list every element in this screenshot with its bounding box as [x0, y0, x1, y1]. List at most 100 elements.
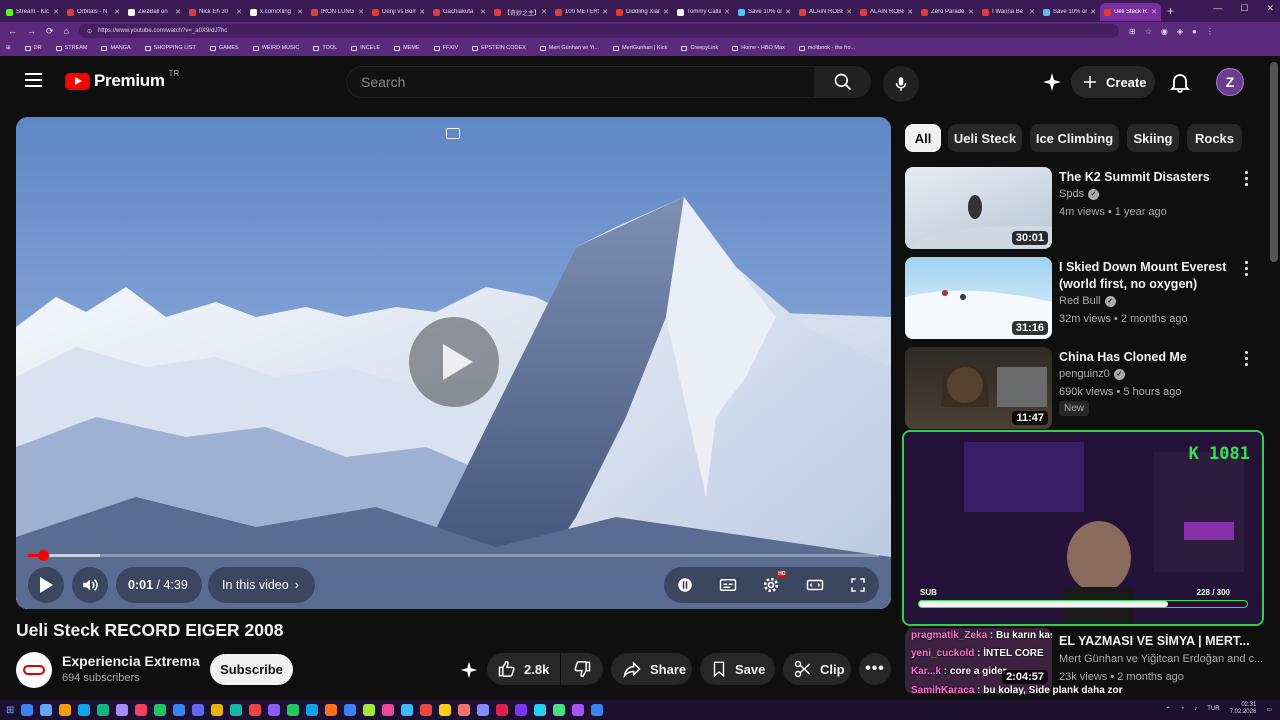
recommended-title[interactable]: China Has Cloned Me — [1059, 349, 1231, 366]
create-button[interactable]: Create — [1071, 66, 1155, 98]
forward-icon[interactable]: → — [27, 26, 36, 36]
volume-button[interactable] — [72, 567, 108, 603]
more-vert-icon[interactable] — [1245, 351, 1249, 366]
ask-ai-icon[interactable] — [458, 659, 480, 681]
taskbar-app-icon[interactable] — [135, 704, 148, 716]
bookmark-item[interactable]: DR — [24, 45, 42, 51]
taskbar-app-icon[interactable] — [572, 704, 585, 716]
close-window-icon[interactable]: ✕ — [1266, 3, 1274, 14]
taskbar-app-icon[interactable] — [230, 704, 243, 716]
tab-close-icon[interactable]: ✕ — [968, 8, 974, 16]
tab-close-icon[interactable]: ✕ — [602, 8, 608, 16]
browser-tab[interactable]: IRON LUNG ✕ — [307, 3, 368, 21]
browser-tab[interactable]: Stream - Kic ✕ — [2, 3, 63, 21]
voice-search-button[interactable] — [883, 66, 919, 102]
like-button[interactable]: 2.8k — [487, 653, 560, 685]
bookmark-item[interactable]: EPSTEIN CODEX — [472, 45, 526, 51]
taskbar-app-icon[interactable] — [363, 704, 376, 716]
bookmark-item[interactable]: FFXIV — [433, 45, 458, 51]
profile-icon[interactable]: ● — [1192, 27, 1197, 36]
recommended-video[interactable]: 30:01 The K2 Summit Disasters Spds ✓ 4m v… — [905, 167, 1265, 249]
browser-tab[interactable]: Save 10% on ✕ — [734, 3, 795, 21]
browser-tab[interactable]: Save 10% on ✕ — [1039, 3, 1100, 21]
browser-tab[interactable]: ALAIN ROBER✕ — [795, 3, 856, 21]
browser-tab[interactable]: 100 METERS ✕ — [551, 3, 612, 21]
taskbar-app-icon[interactable] — [325, 704, 338, 716]
tab-close-icon[interactable]: ✕ — [907, 8, 913, 16]
site-info-icon[interactable]: ⊙ — [87, 28, 92, 35]
bookmark-item[interactable]: MANGA — [101, 45, 131, 51]
clip-button[interactable]: Clip — [783, 653, 851, 685]
bookmark-item[interactable]: SHOPPING LIST — [144, 45, 196, 51]
taskbar-app-icon[interactable] — [401, 704, 414, 716]
apps-icon[interactable]: ⊞ — [6, 45, 11, 51]
chip-ueli-steck[interactable]: Ueli Steck — [948, 124, 1022, 152]
taskbar-app-icon[interactable] — [496, 704, 509, 716]
tab-close-icon[interactable]: ✕ — [1029, 8, 1035, 16]
chip-ice-climbing[interactable]: Ice Climbing — [1030, 124, 1119, 152]
video-player[interactable]: 0:01 / 4:39 In this video › HD — [16, 117, 891, 609]
new-tab-icon[interactable]: + — [1161, 4, 1180, 18]
scrubber-handle[interactable] — [37, 550, 49, 561]
recommended-channel[interactable]: Mert Günhan ve Yiğitcan Erdoğan and c... — [1059, 653, 1263, 665]
extension-icon[interactable]: ◈ — [1177, 27, 1183, 36]
tab-close-icon[interactable]: ✕ — [175, 8, 181, 16]
taskbar-app-icon[interactable] — [515, 704, 528, 716]
bookmark-item[interactable]: MertGunhan | Kick — [612, 45, 667, 51]
fullscreen-icon[interactable] — [849, 576, 867, 594]
subscribe-button[interactable]: Subscribe — [210, 654, 293, 685]
bookmark-item[interactable]: Mert Günhan ve Yi... — [539, 45, 599, 51]
notifications-bell-icon[interactable] — [1168, 70, 1192, 94]
youtube-logo[interactable]: Premium TR — [65, 69, 179, 91]
bookmark-item[interactable]: STREAM — [55, 45, 87, 51]
bookmark-star-icon[interactable]: ☆ — [1145, 27, 1152, 36]
tab-close-icon[interactable]: ✕ — [114, 8, 120, 16]
taskbar-app-icon[interactable] — [553, 704, 566, 716]
theater-mode-icon[interactable] — [805, 576, 825, 594]
tab-close-icon[interactable]: ✕ — [236, 8, 242, 16]
back-icon[interactable]: ← — [8, 26, 17, 36]
reload-icon[interactable]: ⟳ — [46, 26, 54, 37]
browser-tab[interactable]: Tommy Calla ✕ — [673, 3, 734, 21]
taskbar-app-icon[interactable] — [306, 704, 319, 716]
network-icon[interactable]: ◔ — [1181, 706, 1185, 712]
extension-icon[interactable]: ⊞ — [1129, 27, 1136, 36]
menu-dots-icon[interactable]: ⋮ — [1206, 27, 1214, 36]
tab-close-icon[interactable]: ✕ — [785, 8, 791, 16]
taskbar-app-icon[interactable] — [59, 704, 72, 716]
tab-close-icon[interactable]: ✕ — [358, 8, 364, 16]
taskbar-app-icon[interactable] — [534, 704, 547, 716]
search-button[interactable] — [815, 66, 871, 98]
taskbar-app-icon[interactable] — [21, 704, 34, 716]
tab-close-icon[interactable]: ✕ — [480, 8, 486, 16]
extension-icon[interactable]: ◉ — [1161, 27, 1168, 36]
dislike-button[interactable] — [561, 653, 603, 685]
taskbar-app-icon[interactable] — [458, 704, 471, 716]
bookmark-item[interactable]: moltbook - the fro... — [798, 45, 855, 51]
play-button[interactable] — [28, 567, 64, 603]
bookmark-item[interactable]: MEME — [394, 45, 420, 51]
browser-tab[interactable]: ALAIN ROBER✕ — [856, 3, 917, 21]
maximize-icon[interactable]: ☐ — [1240, 3, 1248, 14]
browser-tab[interactable]: Zero Parade ✕ — [917, 3, 978, 21]
account-avatar[interactable]: Z — [1216, 68, 1244, 96]
taskbar-app-icon[interactable] — [268, 704, 281, 716]
start-menu-icon[interactable]: ⊞ — [6, 705, 14, 716]
bookmark-item[interactable]: GAMES — [209, 45, 239, 51]
taskbar-app-icon[interactable] — [382, 704, 395, 716]
browser-tab[interactable]: I Wanna Be ✕ — [978, 3, 1039, 21]
recommended-title[interactable]: The K2 Summit Disasters — [1059, 169, 1231, 186]
browser-tab[interactable]: Orbitals - N ✕ — [63, 3, 124, 21]
bookmark-item[interactable]: TOOL — [313, 45, 337, 51]
speaker-icon[interactable]: ♪ — [1194, 706, 1197, 712]
notification-center-icon[interactable]: ▭ — [1266, 706, 1272, 713]
chip-rocks[interactable]: Rocks — [1187, 124, 1242, 152]
video-thumbnail[interactable]: 30:01 — [905, 167, 1052, 249]
recommended-video[interactable]: 11:47 China Has Cloned Me penguinz0 ✓ 690… — [905, 347, 1265, 429]
taskbar-app-icon[interactable] — [249, 704, 262, 716]
tab-close-icon[interactable]: ✕ — [53, 8, 59, 16]
more-vert-icon[interactable] — [1245, 261, 1249, 276]
taskbar-app-icon[interactable] — [477, 704, 490, 716]
input-language[interactable]: TUR — [1207, 706, 1219, 712]
chip-all[interactable]: All — [905, 124, 941, 152]
